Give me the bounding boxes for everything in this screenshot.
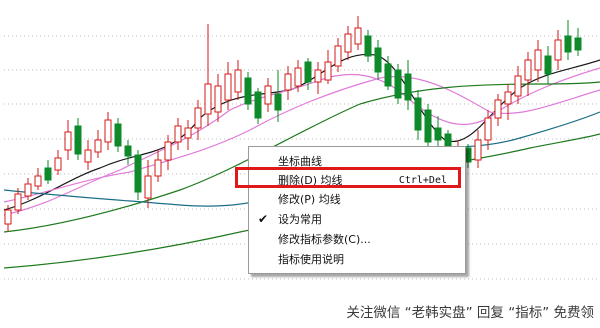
candle-down <box>564 35 572 53</box>
candle-up <box>214 85 222 113</box>
candle-up <box>534 49 542 71</box>
candle-up <box>234 69 242 93</box>
candle-up <box>514 75 522 97</box>
candle-up <box>184 127 192 139</box>
candle-down <box>414 97 422 131</box>
candle-down <box>364 35 372 57</box>
menu-item-modify-ma[interactable]: 修改(P) 均线 <box>249 191 465 208</box>
candle-down <box>124 145 132 157</box>
candle-down <box>424 109 432 143</box>
candle-down <box>304 61 312 83</box>
context-menu[interactable]: 坐标曲线 删除(D) 均线 Ctrl+Del 修改(P) 均线 ✔ 设为常用 修… <box>248 146 466 274</box>
candle-up <box>344 33 352 53</box>
candle-up <box>314 69 322 83</box>
candle-up <box>4 209 12 225</box>
candle-up <box>104 119 112 143</box>
candle-up <box>64 131 72 151</box>
menu-item-modify-params[interactable]: 修改指标参数(C)... <box>249 231 465 248</box>
watermark-text: 关注微信 “老韩实盘” 回复 “指标” 免费领 <box>268 298 600 328</box>
candle-down <box>74 125 82 155</box>
menu-item-usage-help[interactable]: 指标使用说明 <box>249 251 465 268</box>
candle-up <box>174 125 182 143</box>
candle-up <box>34 175 42 187</box>
candle-down <box>254 91 262 119</box>
menu-item-label: 设为常用 <box>278 213 322 226</box>
candle-down <box>574 37 582 51</box>
candle-down <box>244 77 252 105</box>
candle-down <box>44 167 52 181</box>
candle-up <box>204 83 212 115</box>
candle-up <box>164 141 172 161</box>
candle-up <box>224 73 232 101</box>
candle-up <box>324 61 332 81</box>
candle-up <box>154 159 162 177</box>
candle-up <box>494 99 502 119</box>
candle-up <box>474 139 482 161</box>
candle-up <box>24 183 32 197</box>
candle-up <box>144 175 152 199</box>
candle-up <box>94 139 102 153</box>
candle-down <box>274 93 282 111</box>
candle-up <box>334 45 342 67</box>
candle-up <box>484 117 492 141</box>
candle-up <box>504 91 512 105</box>
menu-item-label: 指标使用说明 <box>278 253 344 266</box>
candle-up <box>354 27 362 45</box>
checkmark-icon: ✔ <box>258 212 269 226</box>
highlight-annotation-box <box>235 167 461 188</box>
candle-up <box>524 59 532 81</box>
candle-down <box>544 55 552 75</box>
candle-up <box>54 157 62 171</box>
candle-up <box>14 193 22 211</box>
candle-down <box>394 69 402 99</box>
candle-up <box>264 85 272 105</box>
candle-down <box>434 127 442 141</box>
candle-up <box>554 39 562 61</box>
menu-item-set-as-common[interactable]: ✔ 设为常用 <box>249 211 465 228</box>
candle-up <box>294 67 302 87</box>
candle-up <box>194 107 202 129</box>
candle-down <box>384 63 392 87</box>
menu-item-label: 修改指标参数(C)... <box>278 233 371 246</box>
candle-up <box>284 73 292 91</box>
candle-up <box>84 149 92 163</box>
candle-down <box>374 47 382 73</box>
candle-down <box>404 73 412 101</box>
menu-item-label: 修改(P) 均线 <box>278 193 341 206</box>
candle-down <box>134 154 142 193</box>
candle-down <box>114 123 122 147</box>
